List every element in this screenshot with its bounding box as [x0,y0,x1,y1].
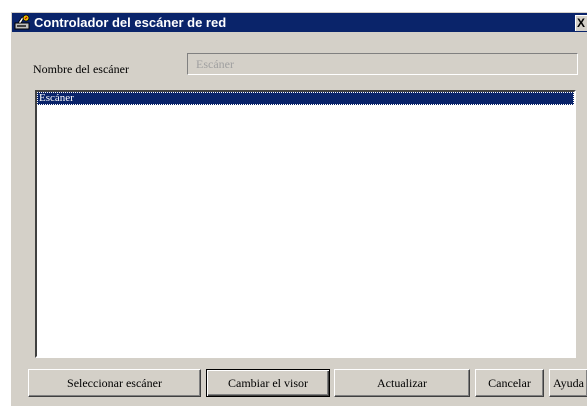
scanner-list-item[interactable]: Escáner [37,92,574,105]
select-scanner-button[interactable]: Seleccionar escáner [28,369,201,397]
close-button[interactable]: X [575,15,587,31]
title-bar[interactable]: Controlador del escáner de red X [12,13,587,32]
scanner-controller-dialog: Controlador del escáner de red X Nombre … [10,11,587,406]
help-button[interactable]: Ayuda [549,369,587,397]
scanner-list[interactable]: Escáner [35,90,576,358]
cancel-button[interactable]: Cancelar [475,369,544,397]
scanner-name-label: Nombre del escáner [33,62,129,76]
refresh-button[interactable]: Actualizar [334,369,470,397]
change-viewer-button[interactable]: Cambiar el visor [206,369,330,397]
scanner-name-field[interactable] [187,53,578,75]
window-title: Controlador del escáner de red [34,15,227,30]
scanner-app-icon [14,14,32,31]
